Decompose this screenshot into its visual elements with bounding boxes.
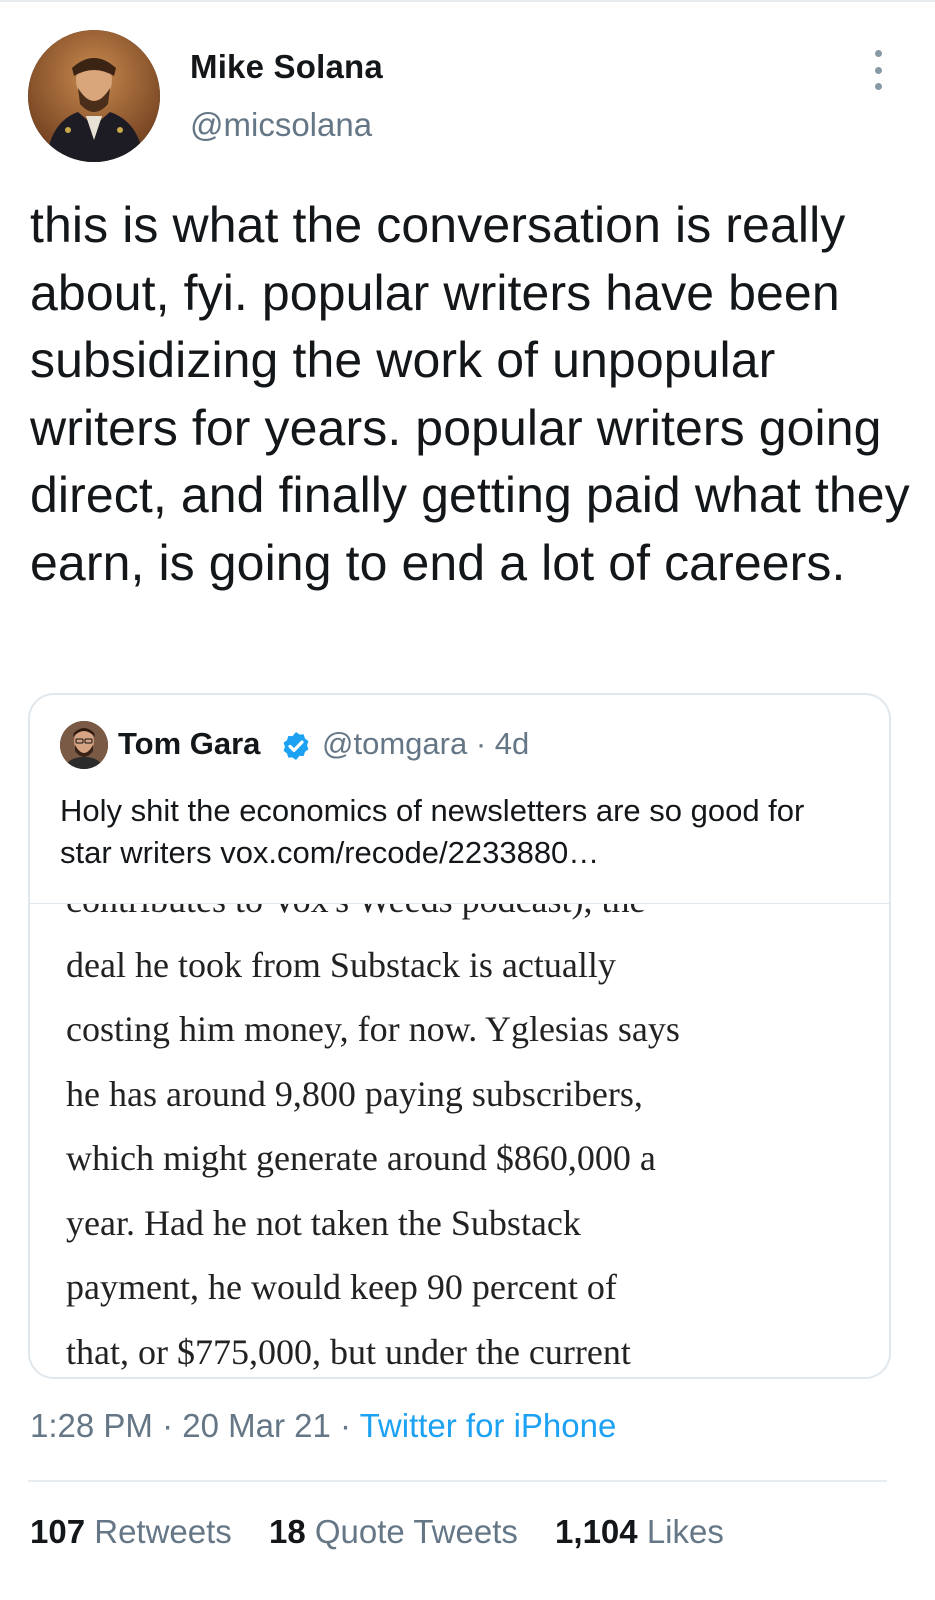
author-avatar[interactable] [28, 30, 160, 162]
author-name[interactable]: Mike Solana [190, 48, 383, 86]
tweet-meta: 1:28 PM · 20 Mar 21 · Twitter for iPhone [30, 1407, 616, 1445]
quote-tweets-label: Quote Tweets [314, 1513, 518, 1550]
separator-dot: · [467, 726, 495, 761]
quote-tweets-count: 18 [268, 1513, 306, 1550]
more-dot [874, 66, 882, 74]
verified-badge-icon [283, 732, 309, 760]
article-excerpt-text: contributes to Vox's Weeds podcast), the… [66, 904, 680, 1372]
retweets-stat[interactable]: 107 Retweets [30, 1513, 232, 1551]
author-handle[interactable]: @micsolana [190, 106, 372, 144]
likes-count: 1,104 [555, 1513, 638, 1550]
quoted-author-handle[interactable]: @tomgara [322, 726, 467, 761]
likes-label: Likes [646, 1513, 724, 1550]
quoted-tweet-card[interactable]: Tom Gara @tomgara · 4d Holy shit the eco… [28, 693, 891, 1379]
separator-dot: · [152, 1407, 183, 1444]
retweets-label: Retweets [94, 1513, 232, 1550]
tweet-date[interactable]: 20 Mar 21 [182, 1407, 331, 1444]
quoted-age[interactable]: 4d [495, 726, 529, 761]
quoted-author-avatar[interactable] [60, 721, 108, 769]
stats-divider [28, 1480, 887, 1482]
tweet-source[interactable]: Twitter for iPhone [360, 1407, 617, 1444]
engagement-stats: 107 Retweets 18 Quote Tweets 1,104 Likes [30, 1513, 752, 1551]
quote-tweets-stat[interactable]: 18 Quote Tweets [269, 1513, 518, 1551]
quoted-handle-line: @tomgara · 4d [322, 726, 529, 762]
quoted-article-screenshot[interactable]: contributes to Vox's Weeds podcast), the… [30, 903, 889, 1377]
quoted-tweet-text: Holy shit the economics of newsletters a… [60, 790, 860, 874]
more-dot [874, 50, 882, 57]
likes-stat[interactable]: 1,104 Likes [555, 1513, 724, 1551]
top-divider [0, 0, 935, 2]
more-dot [874, 83, 882, 90]
tweet-time[interactable]: 1:28 PM [30, 1407, 153, 1444]
quoted-avatar-portrait [60, 721, 108, 769]
separator-dot: · [330, 1407, 360, 1444]
avatar-portrait [28, 30, 160, 162]
tweet-text: this is what the conversation is really … [30, 197, 924, 591]
quoted-link[interactable]: vox.com/recode/2233880… [220, 835, 599, 870]
retweets-count: 107 [30, 1513, 86, 1550]
quoted-author-name[interactable]: Tom Gara [118, 726, 260, 762]
more-icon[interactable] [868, 50, 888, 90]
